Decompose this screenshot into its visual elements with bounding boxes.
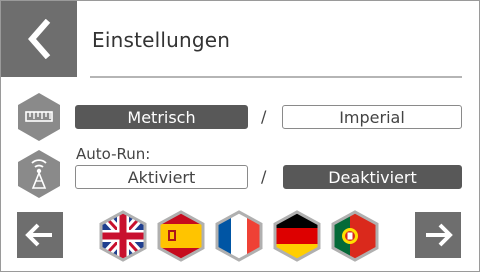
flag-portugal-icon[interactable] bbox=[331, 210, 379, 262]
autorun-disable-option[interactable]: Deaktiviert bbox=[283, 165, 462, 189]
autorun-separator: / bbox=[261, 167, 267, 186]
page-title: Einstellungen bbox=[92, 28, 231, 52]
chevron-left-icon bbox=[28, 19, 51, 59]
ruler-icon bbox=[18, 93, 60, 141]
units-separator: / bbox=[261, 107, 267, 126]
autorun-label: Auto-Run: bbox=[76, 145, 151, 163]
flag-spain-icon[interactable] bbox=[157, 210, 205, 262]
flag-france-icon[interactable] bbox=[215, 210, 263, 262]
arrow-left-icon bbox=[25, 223, 52, 247]
imperial-option[interactable]: Imperial bbox=[282, 105, 462, 129]
antenna-icon bbox=[18, 150, 60, 198]
autorun-enable-option[interactable]: Aktiviert bbox=[75, 165, 248, 189]
back-button[interactable] bbox=[1, 1, 77, 77]
next-language-button[interactable] bbox=[415, 212, 461, 258]
header-divider bbox=[90, 76, 462, 78]
metric-option[interactable]: Metrisch bbox=[75, 105, 248, 129]
flag-uk-icon[interactable] bbox=[99, 210, 147, 262]
prev-language-button[interactable] bbox=[17, 212, 63, 258]
arrow-right-icon bbox=[426, 223, 453, 247]
flag-germany-icon[interactable] bbox=[273, 210, 321, 262]
